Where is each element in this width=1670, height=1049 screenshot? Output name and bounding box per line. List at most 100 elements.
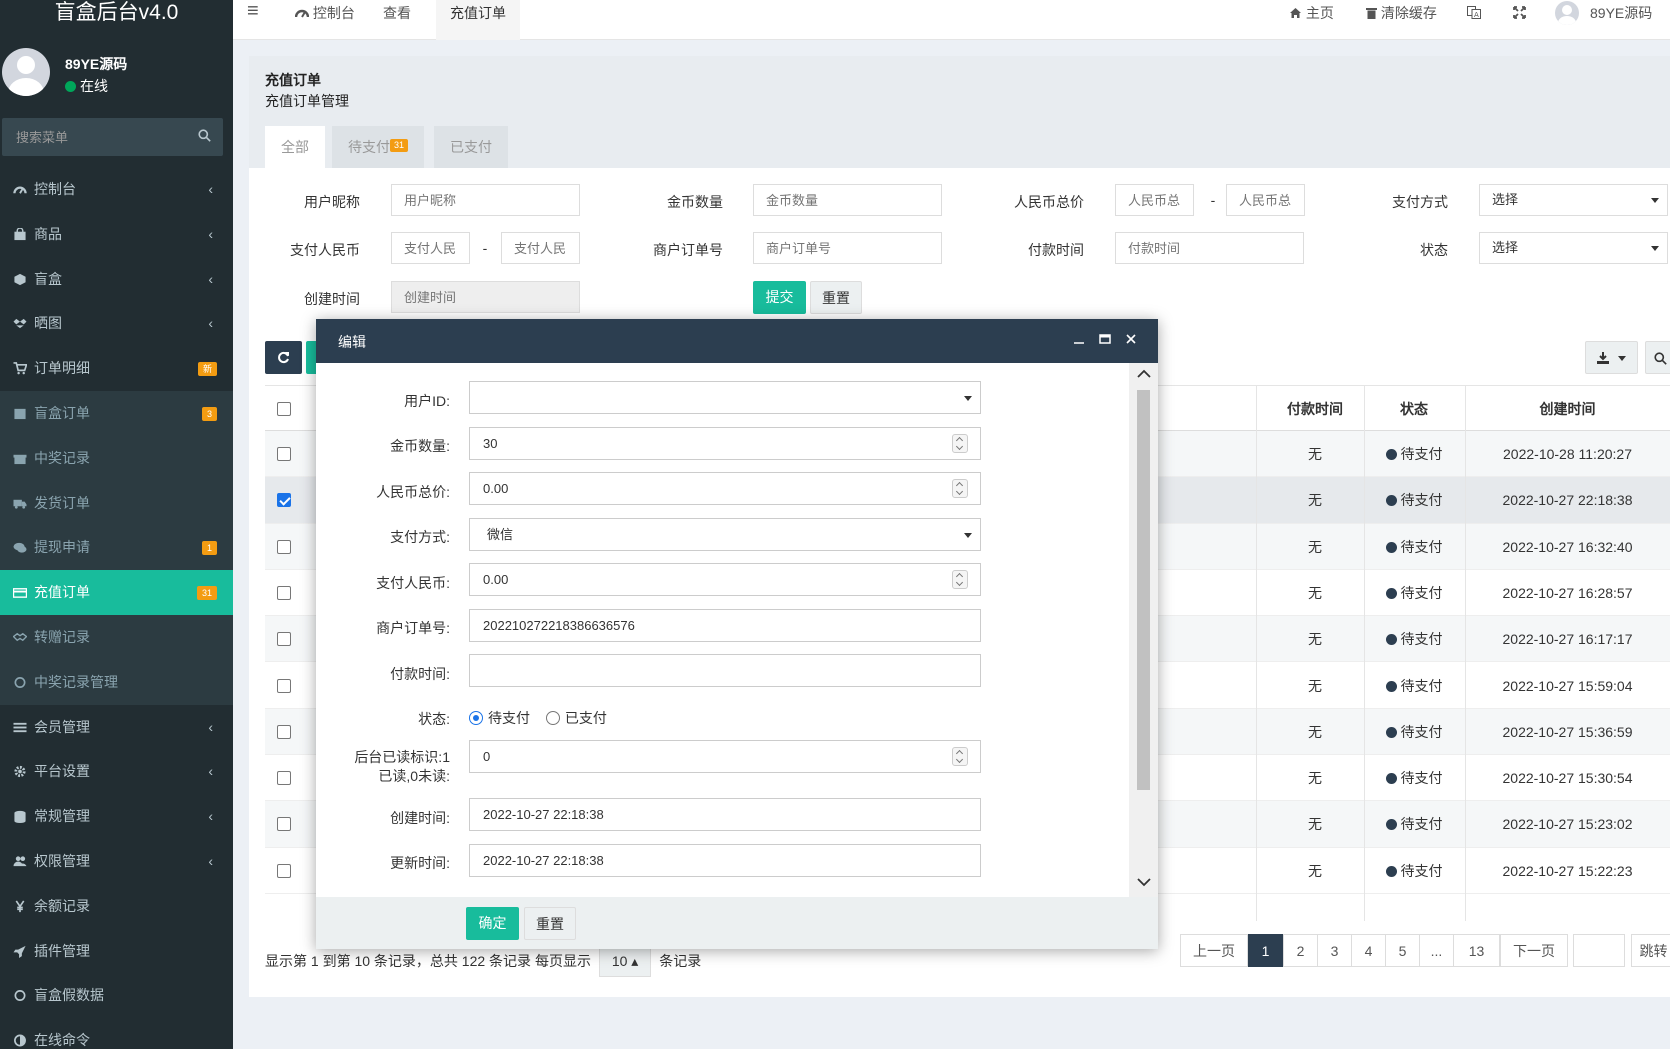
fullscreen-icon[interactable] <box>1513 6 1526 19</box>
col-header-created[interactable]: 创建时间 <box>1465 386 1670 432</box>
sidebar-toggle-icon[interactable]: ≡ <box>247 0 259 40</box>
next-page-button[interactable]: 下一页 <box>1500 934 1568 967</box>
sidebar-item-19[interactable]: 盲盒假数据 <box>0 973 233 1018</box>
row-checkbox[interactable] <box>277 632 291 647</box>
sidebar-item-18[interactable]: 插件管理 <box>0 929 233 974</box>
spinner-icon[interactable] <box>952 747 968 766</box>
filter-pay-method-select[interactable]: 选择 <box>1479 184 1668 216</box>
submit-button[interactable]: 提交 <box>753 281 806 314</box>
scroll-up-icon[interactable] <box>1137 369 1151 379</box>
sidebar-search-input[interactable] <box>2 118 182 156</box>
select-all-checkbox[interactable] <box>277 402 291 416</box>
col-header-paytime[interactable]: 付款时间 <box>1255 386 1375 432</box>
minimize-icon[interactable] <box>1072 332 1086 346</box>
created-input[interactable]: 2022-10-27 22:18:38 <box>469 798 981 831</box>
read-flag-input[interactable]: 0 <box>469 740 981 773</box>
sidebar-item-17[interactable]: 余额记录 <box>0 884 233 929</box>
filter-nickname-input[interactable] <box>391 184 580 216</box>
filter-rmb-total-min[interactable] <box>1115 184 1194 216</box>
sidebar-item-1[interactable]: 控制台 ‹ <box>0 167 233 212</box>
sidebar-item-12[interactable]: 中奖记录管理 <box>0 659 233 705</box>
sidebar-item-15[interactable]: 常规管理 ‹ <box>0 794 233 839</box>
prev-page-button[interactable]: 上一页 <box>1180 934 1248 967</box>
row-checkbox[interactable] <box>277 539 291 554</box>
filter-pay-rmb-min[interactable] <box>391 232 470 264</box>
tab-dashboard[interactable]: 控制台 <box>294 0 355 40</box>
tab-paid[interactable]: 已支付 <box>434 126 508 168</box>
filter-status-select[interactable]: 选择 <box>1479 232 1668 264</box>
page-button[interactable]: ... <box>1419 934 1454 967</box>
tab-all[interactable]: 全部 <box>265 126 325 168</box>
sidebar-item-6[interactable]: 盲盒订单 3 <box>0 390 233 436</box>
filter-rmb-total-max[interactable] <box>1226 184 1305 216</box>
pay-rmb-input[interactable]: 0.00 <box>469 563 981 596</box>
row-checkbox[interactable] <box>277 724 291 739</box>
sidebar-item-8[interactable]: 发货订单 <box>0 480 233 526</box>
sidebar-item-16[interactable]: 权限管理 ‹ <box>0 839 233 884</box>
home-link[interactable]: 主页 <box>1289 0 1334 40</box>
pay-method-select[interactable]: 微信 <box>469 518 981 551</box>
page-button[interactable]: 5 <box>1385 934 1420 967</box>
jump-page-input[interactable] <box>1573 934 1625 967</box>
dialog-scrollbar[interactable] <box>1129 363 1158 897</box>
tab-pending[interactable]: 待支付 31 <box>332 126 425 168</box>
table-search-button[interactable] <box>1645 341 1670 374</box>
page-button[interactable]: 3 <box>1317 934 1352 967</box>
page-button[interactable]: 2 <box>1283 934 1318 967</box>
tab-view[interactable]: 查看 <box>383 0 411 40</box>
sidebar-item-4[interactable]: 晒图 ‹ <box>0 301 233 346</box>
translate-icon[interactable]: A <box>1467 6 1481 19</box>
spinner-icon[interactable] <box>952 479 968 498</box>
close-icon[interactable] <box>1124 332 1138 346</box>
maximize-icon[interactable] <box>1098 332 1112 346</box>
sidebar-item-9[interactable]: 提现申请 1 <box>0 525 233 571</box>
paytime-input[interactable] <box>469 654 981 687</box>
status-pending-option[interactable]: 待支付 <box>469 710 530 726</box>
filter-coins-input[interactable] <box>753 184 942 216</box>
jump-button[interactable]: 跳转 <box>1631 934 1670 967</box>
filter-merchant-input[interactable] <box>753 232 942 264</box>
sidebar-item-11[interactable]: 转赠记录 <box>0 614 233 660</box>
confirm-button[interactable]: 确定 <box>466 907 519 940</box>
coins-input[interactable]: 30 <box>469 427 981 460</box>
rmb-total-input[interactable]: 0.00 <box>469 472 981 505</box>
sidebar-item-13[interactable]: 会员管理 ‹ <box>0 705 233 750</box>
sidebar-item-5[interactable]: 订单明细 新 <box>0 346 233 391</box>
sidebar-item-3[interactable]: 盲盒 ‹ <box>0 257 233 302</box>
user-menu[interactable]: 89YE源码 <box>1555 0 1670 40</box>
brand-logo[interactable]: 盲盒后台v4.0 <box>0 0 233 40</box>
row-checkbox[interactable] <box>277 493 291 508</box>
status-paid-option[interactable]: 已支付 <box>545 710 607 726</box>
spinner-icon[interactable] <box>952 434 968 453</box>
row-checkbox[interactable] <box>277 817 291 832</box>
updated-input[interactable]: 2022-10-27 22:18:38 <box>469 844 981 877</box>
sidebar-item-20[interactable]: 在线命令 <box>0 1018 233 1049</box>
reset-button[interactable]: 重置 <box>810 281 862 314</box>
page-size-select[interactable]: 10 ▴ <box>598 946 652 977</box>
row-checkbox[interactable] <box>277 585 291 600</box>
filter-paytime-input[interactable] <box>1115 232 1304 264</box>
filter-created-input[interactable] <box>391 281 580 313</box>
sidebar-item-10[interactable]: 充值订单 31 <box>0 570 233 615</box>
page-button[interactable]: 13 <box>1453 934 1500 967</box>
scrollbar-thumb[interactable] <box>1137 390 1150 790</box>
search-icon[interactable] <box>198 129 211 142</box>
filter-pay-rmb-max[interactable] <box>501 232 580 264</box>
page-button[interactable]: 4 <box>1351 934 1386 967</box>
tab-recharge-orders[interactable]: 充值订单 <box>436 0 520 40</box>
refresh-button[interactable] <box>265 341 302 374</box>
scroll-down-icon[interactable] <box>1137 877 1151 887</box>
spinner-icon[interactable] <box>952 570 968 589</box>
col-header-status[interactable]: 状态 <box>1364 386 1464 432</box>
row-checkbox[interactable] <box>277 447 291 461</box>
export-button[interactable] <box>1585 341 1638 374</box>
page-button[interactable]: 1 <box>1248 934 1283 967</box>
sidebar-item-7[interactable]: 中奖记录 <box>0 435 233 481</box>
row-checkbox[interactable] <box>277 771 291 786</box>
clear-cache-button[interactable]: 清除缓存 <box>1366 0 1437 40</box>
sidebar-item-14[interactable]: 平台设置 ‹ <box>0 749 233 794</box>
row-checkbox[interactable] <box>277 863 291 878</box>
sidebar-item-2[interactable]: 商品 ‹ <box>0 212 233 257</box>
row-checkbox[interactable] <box>277 678 291 693</box>
merchant-order-input[interactable]: 202210272218386636576 <box>469 609 981 642</box>
